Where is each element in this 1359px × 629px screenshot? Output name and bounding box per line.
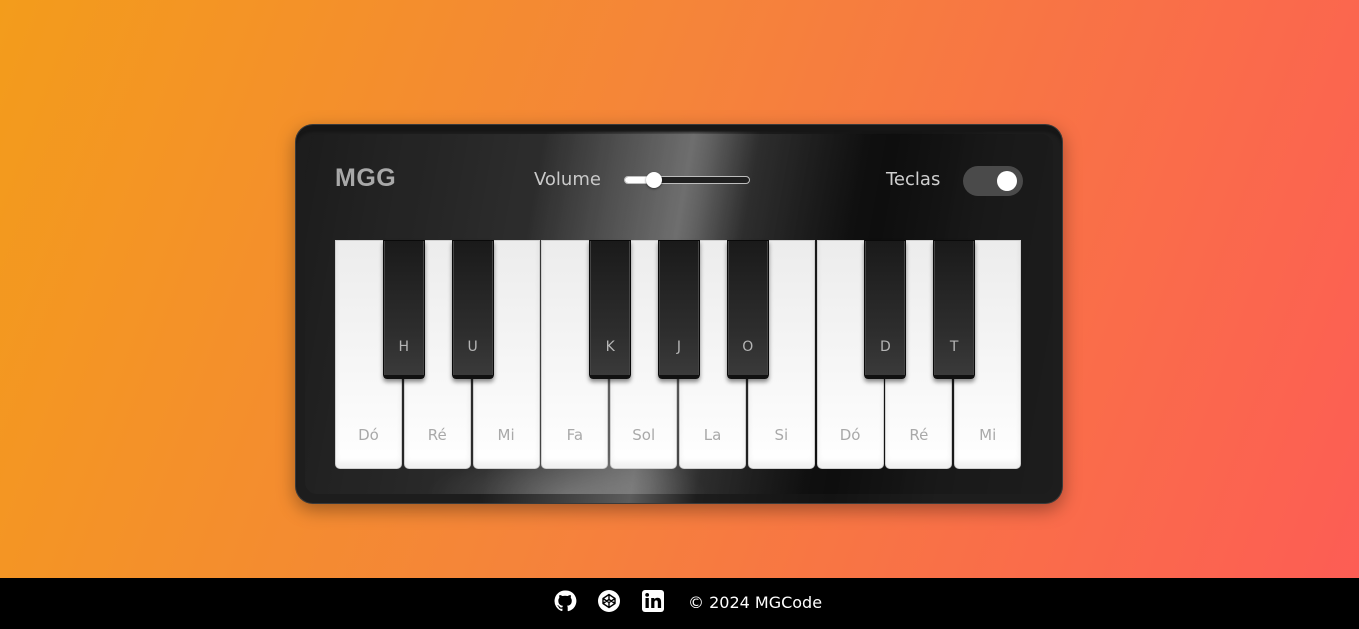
white-key-note: Mi [497, 426, 515, 444]
logo: MGG [335, 164, 397, 192]
keys-toggle-knob [997, 171, 1017, 191]
github-icon[interactable] [553, 589, 577, 613]
white-key-note: Sol [632, 426, 656, 444]
footer: © 2024 MGCode [0, 578, 1359, 629]
volume-slider[interactable] [624, 172, 750, 188]
keys-toggle[interactable] [963, 166, 1023, 196]
copyright-text: © 2024 MGCode [688, 593, 823, 612]
white-key-note: Dó [358, 426, 379, 444]
white-key-note: La [703, 426, 722, 444]
black-key-hint: K [605, 339, 615, 355]
black-key[interactable]: K [589, 240, 632, 379]
white-key-note: Fa [566, 426, 584, 444]
white-key-note: Dó [839, 426, 861, 444]
white-key-note: Ré [427, 426, 447, 444]
black-key-hint: U [467, 339, 478, 355]
black-key[interactable]: T [933, 240, 976, 379]
black-key[interactable]: D [864, 240, 907, 379]
black-key-hint: O [742, 339, 754, 355]
piano-header: MGG Volume Teclas [335, 162, 1023, 198]
black-key-hint: T [949, 339, 959, 355]
black-key-hint: D [880, 339, 891, 355]
keys-toggle-label: Teclas [886, 169, 941, 190]
codepen-icon[interactable] [597, 589, 621, 613]
black-key[interactable]: H [382, 240, 425, 379]
linkedin-icon[interactable] [641, 589, 665, 613]
piano: MGG Volume Teclas Dó Ré Mi Fa Sol La Si … [295, 124, 1063, 504]
black-key-hint: H [398, 339, 410, 355]
white-key-note: Mi [979, 426, 997, 444]
black-key[interactable]: U [451, 240, 494, 379]
black-key[interactable]: O [726, 240, 769, 379]
white-key-note: Ré [909, 426, 929, 444]
keyboard: Dó Ré Mi Fa Sol La Si Dó Ré Mi H U K J O… [335, 240, 1023, 470]
volume-slider-thumb[interactable] [645, 172, 662, 188]
white-key-note: Si [774, 426, 789, 444]
volume-label: Volume [534, 169, 601, 190]
black-key[interactable]: J [658, 240, 700, 379]
black-key-hint: J [676, 339, 682, 355]
